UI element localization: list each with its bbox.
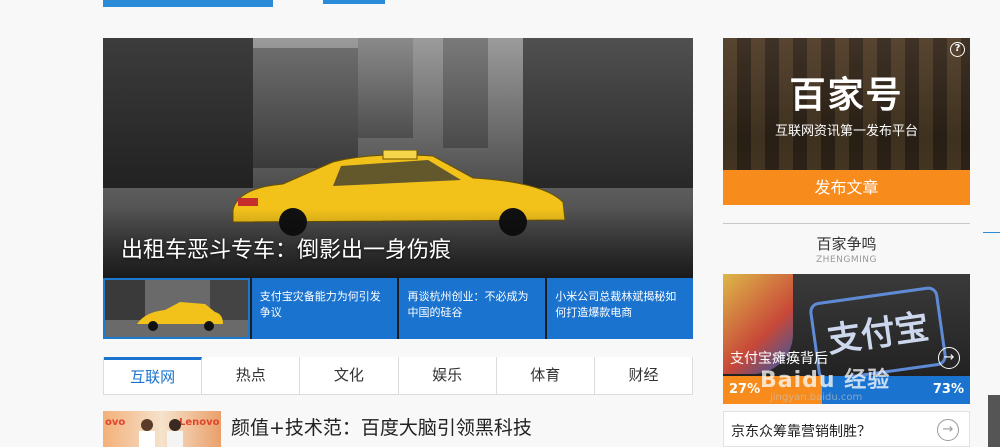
watermark-logo: Baidu 经验	[760, 368, 891, 393]
tab-sports[interactable]: 体育	[496, 357, 595, 394]
section-subtitle: ZHENGMING	[816, 255, 877, 265]
baijiahao-slogan: 互联网资讯第一发布平台	[774, 124, 918, 139]
tab-entertainment[interactable]: 娱乐	[398, 357, 497, 394]
tab-hot[interactable]: 热点	[202, 357, 301, 394]
arrow-right-icon[interactable]: →	[937, 419, 959, 441]
hero-slide[interactable]: 出租车恶斗专车：倒影出一身伤痕	[103, 38, 693, 278]
arrow-right-icon[interactable]: →	[938, 347, 960, 369]
debate-item-title[interactable]: 京东众筹靠营销制胜？	[731, 421, 871, 441]
tab-internet[interactable]: 互联网	[104, 357, 203, 394]
section-title: 百家争鸣	[816, 235, 877, 253]
hero-thumbnail-strip: 支付宝灾备能力为何引发争议 再谈杭州创业：不必成为中国的硅谷 小米公司总裁林斌揭…	[103, 278, 693, 339]
tab-finance[interactable]: 财经	[594, 357, 693, 394]
hero-photo-building	[443, 38, 488, 148]
news-thumbnail-brand: ovo	[105, 417, 126, 428]
help-icon[interactable]: ?	[950, 42, 965, 57]
news-thumbnail-people	[139, 419, 183, 447]
hero-caption[interactable]: 出租车恶斗专车：倒影出一身伤痕	[121, 232, 451, 264]
top-nav-indicator	[103, 0, 273, 7]
debate-item[interactable]: 京东众筹靠营销制胜？ →	[723, 411, 970, 447]
zhengming-header: 百家争鸣 ZHENGMING	[798, 234, 895, 266]
baijiahao-card: ? 百家号 互联网资讯第一发布平台 发布文章	[723, 38, 970, 205]
thumbnail-item[interactable]: 支付宝灾备能力为何引发争议	[251, 278, 398, 339]
thumbnail-active-image[interactable]	[103, 278, 250, 339]
thumbnail-item[interactable]: 再谈杭州创业：不必成为中国的硅谷	[399, 278, 546, 339]
page: 出租车恶斗专车：倒影出一身伤痕 支付宝灾备能力为何引发争议 再谈杭州创业：不必成…	[0, 0, 1000, 447]
baijiahao-logo-text: 百家号	[789, 75, 904, 116]
publish-article-button[interactable]: 发布文章	[723, 170, 970, 205]
news-thumbnail[interactable]: ovo Lenovo	[103, 411, 221, 447]
top-nav-indicator-secondary	[323, 0, 385, 4]
thumbnail-taxi-image	[105, 280, 248, 337]
section-divider	[723, 223, 970, 224]
tab-culture[interactable]: 文化	[300, 357, 399, 394]
thumbnail-item[interactable]: 小米公司总裁林斌揭秘如何打造爆款电商	[547, 278, 693, 339]
category-tabs: 互联网 热点 文化 娱乐 体育 财经	[103, 357, 693, 395]
watermark-url: jingyan.baidu.com	[770, 392, 863, 403]
hero-photo-building	[358, 38, 413, 138]
news-title-link[interactable]: 颜值+技术范：百度大脑引领黑科技	[231, 413, 532, 440]
scroll-to-top-handle[interactable]	[988, 395, 1000, 447]
side-divider	[983, 232, 1000, 233]
